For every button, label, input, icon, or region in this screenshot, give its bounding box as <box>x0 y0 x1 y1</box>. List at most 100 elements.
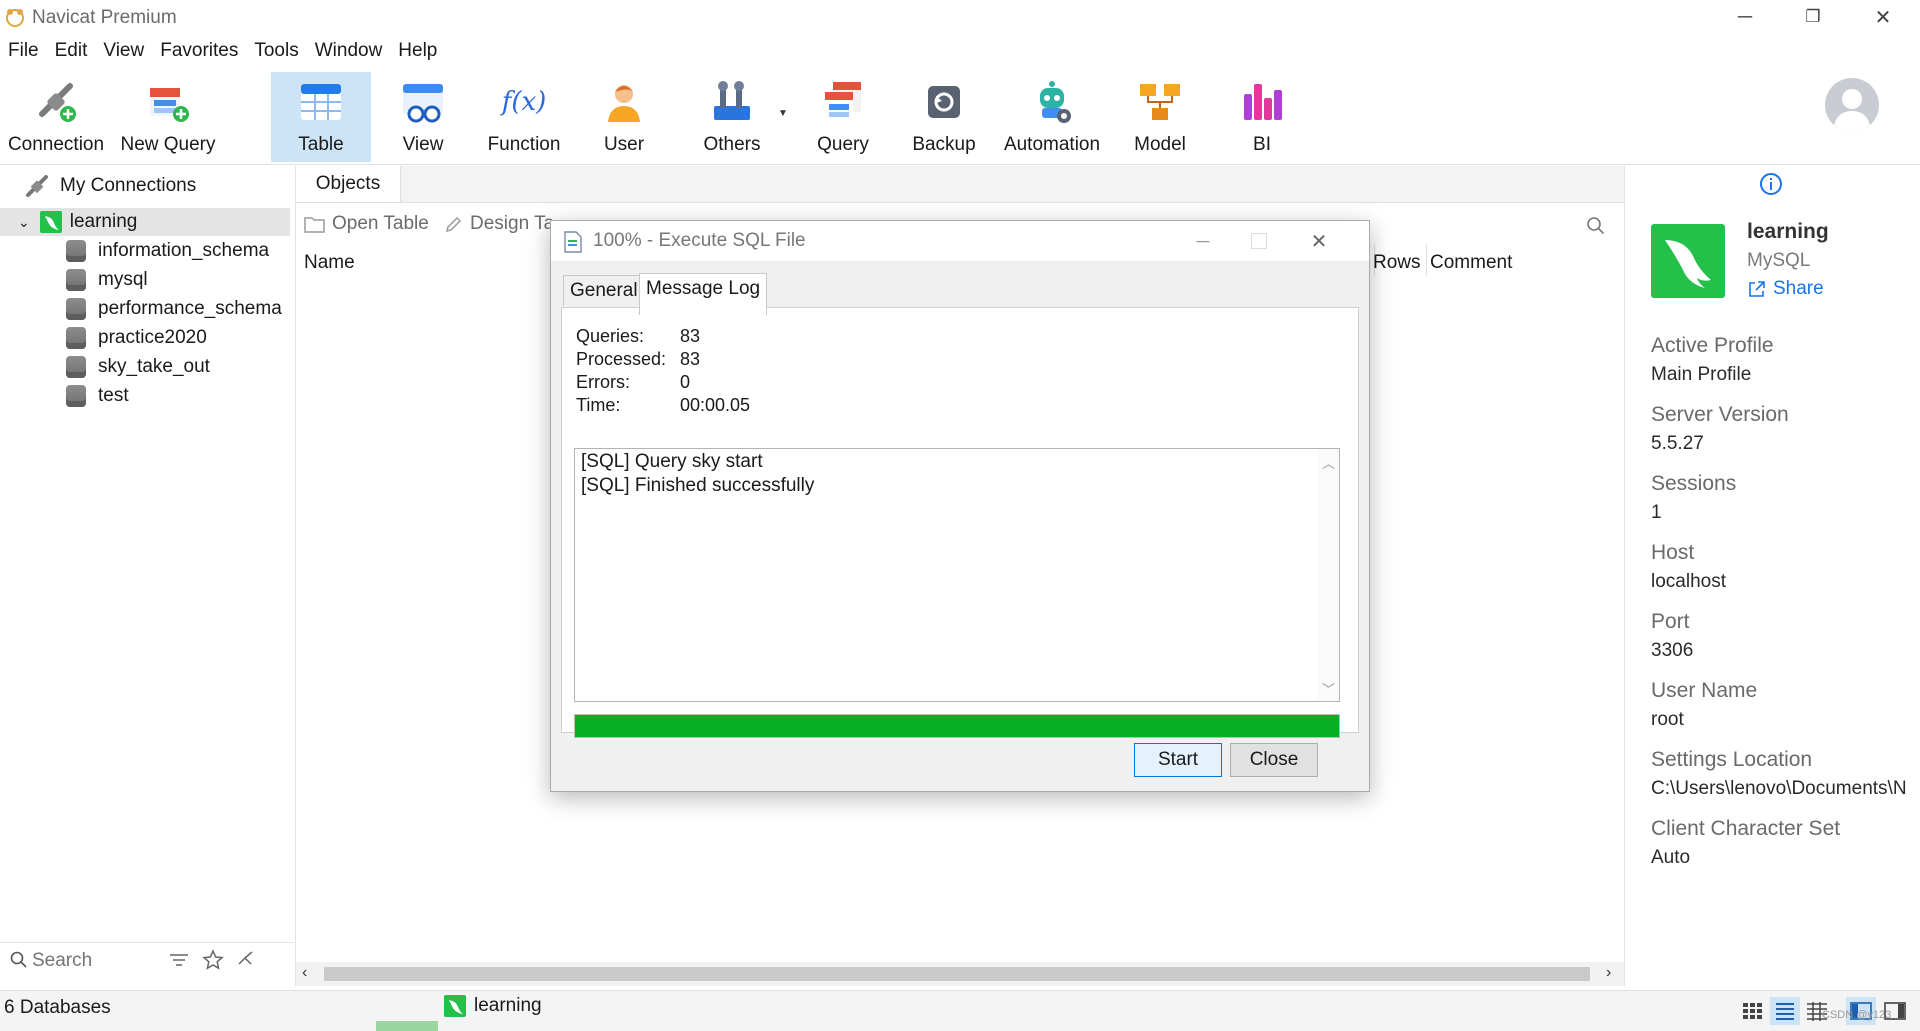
new-query-button[interactable]: New Query <box>114 72 222 162</box>
function-label: Function <box>487 134 561 155</box>
scroll-right-icon[interactable]: › <box>1606 964 1611 982</box>
user-button[interactable]: User <box>584 72 664 162</box>
column-header-comment[interactable]: Comment <box>1430 252 1512 274</box>
database-name: practice2020 <box>98 327 207 348</box>
column-header-rows[interactable]: Rows <box>1373 252 1421 274</box>
tree-database-mysql[interactable]: mysql <box>66 266 148 294</box>
my-connections-label: My Connections <box>60 175 197 196</box>
sidebar-search-input[interactable] <box>30 947 164 975</box>
stat-label-time: Time: <box>576 395 621 415</box>
open-table-button[interactable]: Open Table <box>304 208 429 240</box>
log-vertical-scrollbar[interactable]: ︿ ﹀ <box>1317 449 1339 701</box>
view-label: View <box>402 134 444 155</box>
info-value-settings-location: C:\Users\lenovo\Documents\N <box>1651 778 1907 799</box>
scroll-left-icon[interactable]: ‹ <box>302 964 307 982</box>
menu-view[interactable]: View <box>95 38 152 68</box>
menu-file[interactable]: File <box>0 38 47 68</box>
dialog-minimize-button[interactable]: ─ <box>1181 227 1225 255</box>
backup-button[interactable]: Backup <box>904 72 984 162</box>
star-icon[interactable] <box>202 949 224 971</box>
tree-database-performance-schema[interactable]: performance_schema <box>66 295 282 323</box>
connections-panel: My Connections ⌄ learning information_sc… <box>0 166 296 986</box>
info-label-port: Port <box>1651 610 1690 633</box>
design-table-label: Design Ta <box>470 213 555 234</box>
tree-database-test[interactable]: test <box>66 382 129 410</box>
table-button[interactable]: Table <box>271 72 371 162</box>
stat-value-time: 00:00.05 <box>680 395 751 415</box>
restore-button[interactable]: ❐ <box>1778 0 1848 34</box>
column-header-name[interactable]: Name <box>304 252 355 274</box>
minimize-button[interactable]: ─ <box>1710 0 1780 34</box>
status-connection-name: learning <box>474 995 542 1016</box>
scroll-up-icon[interactable]: ︿ <box>1322 453 1335 472</box>
list-view-icon[interactable] <box>1770 997 1800 1025</box>
message-log-box[interactable]: [SQL] Query sky start [SQL] Finished suc… <box>574 448 1340 702</box>
connection-group-icon <box>24 175 50 197</box>
others-icon <box>708 78 756 126</box>
menu-help[interactable]: Help <box>390 38 445 68</box>
tree-connection-learning[interactable]: ⌄ learning <box>0 208 290 236</box>
bi-button[interactable]: BI <box>1222 72 1302 162</box>
tree-database-practice2020[interactable]: practice2020 <box>66 324 207 352</box>
menu-tools[interactable]: Tools <box>246 38 306 68</box>
tree-database-information-schema[interactable]: information_schema <box>66 237 269 265</box>
connection-button[interactable]: Connection <box>4 72 108 162</box>
column-divider <box>1426 244 1427 276</box>
object-search-icon[interactable] <box>1586 216 1606 236</box>
automation-button[interactable]: Automation <box>996 72 1108 162</box>
my-connections-header[interactable]: My Connections <box>24 172 196 200</box>
tab-general[interactable]: General <box>563 275 645 306</box>
model-icon <box>1136 78 1184 126</box>
new-query-icon <box>144 78 192 126</box>
design-table-button[interactable]: Design Ta <box>444 208 554 240</box>
message-log-page: Queries: 83 Processed: 83 Errors: 0 Time… <box>561 307 1359 738</box>
menu-window[interactable]: Window <box>307 38 391 68</box>
avatar[interactable] <box>1824 77 1880 133</box>
bi-label: BI <box>1253 134 1271 155</box>
model-button[interactable]: Model <box>1118 72 1202 162</box>
tab-message-log[interactable]: Message Log <box>639 273 768 315</box>
dialog-maximize-button <box>1251 233 1267 249</box>
others-label: Others <box>703 134 761 155</box>
scroll-down-icon[interactable]: ﹀ <box>1322 679 1335 698</box>
tab-objects[interactable]: Objects <box>296 166 401 202</box>
collapse-icon[interactable] <box>236 950 256 970</box>
info-value-client-charset: Auto <box>1651 847 1691 868</box>
info-connection-name: learning <box>1747 220 1829 243</box>
function-button[interactable]: f(x) Function <box>476 72 572 162</box>
info-label-sessions: Sessions <box>1651 472 1737 495</box>
share-label: Share <box>1773 278 1824 299</box>
start-button[interactable]: Start <box>1134 743 1222 777</box>
close-window-button[interactable]: ✕ <box>1848 0 1918 34</box>
others-dropdown-icon[interactable]: ▼ <box>778 108 788 119</box>
dialog-close-x-button[interactable]: ✕ <box>1297 227 1341 255</box>
info-value-server-version: 5.5.27 <box>1651 433 1704 454</box>
grid-view-icon[interactable] <box>1742 1001 1764 1021</box>
filter-icon[interactable] <box>168 951 190 969</box>
info-label-server-version: Server Version <box>1651 403 1789 426</box>
tree-database-sky-take-out[interactable]: sky_take_out <box>66 353 210 381</box>
share-link[interactable]: Share <box>1747 278 1824 300</box>
horizontal-scrollbar[interactable]: ‹ › <box>296 962 1624 986</box>
scrollbar-thumb[interactable] <box>324 967 1590 981</box>
menu-favorites[interactable]: Favorites <box>152 38 246 68</box>
connection-name: learning <box>69 211 138 232</box>
info-icon[interactable] <box>1759 172 1783 196</box>
stat-value-errors: 0 <box>680 372 691 392</box>
connection-label: Connection <box>7 134 105 155</box>
status-bar: 6 Databases learning CSDN @y123 <box>0 990 1920 1031</box>
database-icon <box>66 356 86 378</box>
mysql-connection-icon <box>444 995 466 1017</box>
others-button[interactable]: Others <box>686 72 778 162</box>
close-button[interactable]: Close <box>1230 743 1318 777</box>
chevron-down-icon[interactable]: ⌄ <box>18 214 30 231</box>
user-label: User <box>603 134 645 155</box>
objects-tab-strip: Objects <box>296 166 1624 203</box>
view-button[interactable]: View <box>383 72 463 162</box>
automation-label: Automation <box>1003 134 1101 155</box>
query-button[interactable]: Query <box>800 72 886 162</box>
menu-edit[interactable]: Edit <box>47 38 96 68</box>
info-value-host: localhost <box>1651 571 1726 592</box>
menu-bar: File Edit View Favorites Tools Window He… <box>0 38 445 68</box>
database-name: performance_schema <box>98 298 282 319</box>
